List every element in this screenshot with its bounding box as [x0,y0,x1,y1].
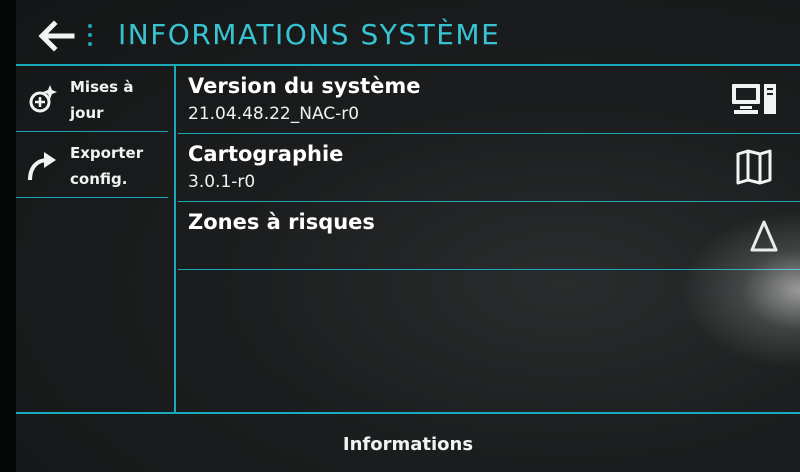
info-list: Version du système 21.04.48.22_NAC-r0 Ca… [178,66,800,412]
export-arrow-icon [28,152,56,181]
header-bar: INFORMATIONS SYSTÈME [16,0,800,66]
infotainment-screen: INFORMATIONS SYSTÈME Mises à jour Export… [16,0,800,472]
row-value: 21.04.48.22_NAC-r0 [188,104,360,124]
update-gear-icon [29,85,57,113]
computer-icon [732,84,776,114]
vertical-dots-icon [88,24,92,28]
map-icon [736,149,772,185]
page-title: INFORMATIONS SYSTÈME [118,18,501,51]
footer-label: Informations [342,434,474,455]
row-title: Version du système [188,74,421,98]
row-title: Zones à risques [188,210,375,234]
row-value: 3.0.1-r0 [188,172,256,192]
sidebar-item-export-config[interactable]: Exporter config. [16,132,168,198]
back-button[interactable] [36,18,76,54]
row-title: Cartographie [188,142,344,166]
sidebar-item-label: Mises à jour [70,78,134,122]
screen-bezel [0,0,16,472]
arrow-left-icon [38,20,75,52]
list-item-cartography[interactable]: Cartographie 3.0.1-r0 [178,134,800,202]
list-item-risk-zones[interactable]: Zones à risques [178,202,800,270]
sidebar: Mises à jour Exporter config. [16,66,176,412]
sidebar-item-label: Exporter config. [70,144,144,188]
list-item-system-version[interactable]: Version du système 21.04.48.22_NAC-r0 [178,66,800,134]
sidebar-item-updates[interactable]: Mises à jour [16,66,168,132]
footer-bar: Informations [16,412,800,472]
menu-button[interactable] [86,24,94,50]
warning-triangle-icon [750,220,778,252]
